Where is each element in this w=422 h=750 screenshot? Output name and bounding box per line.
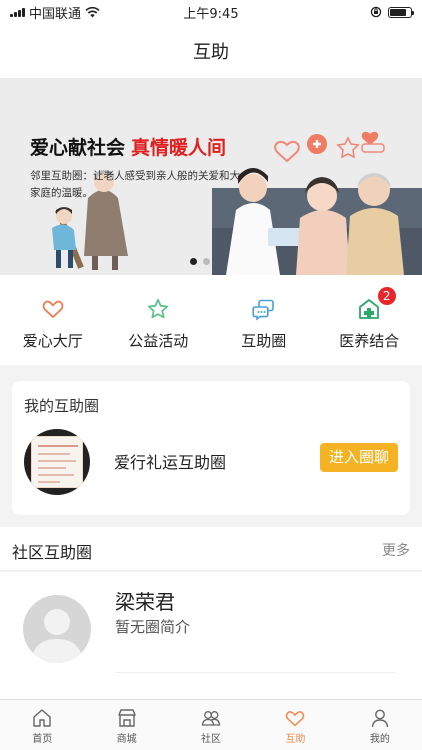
- banner-subtitle: 邻里互助圈：让老人感受到亲人般的关爱和大家庭的温暖。: [30, 170, 240, 199]
- menu-medical-care[interactable]: 医养结合 2: [317, 275, 422, 365]
- status-bar: 中国联通 上午9:45: [0, 0, 422, 24]
- circle-name[interactable]: 爱行礼运互助圈: [114, 449, 226, 473]
- carrier-label: 中国联通: [29, 6, 82, 22]
- chat-bubbles-icon: [252, 299, 274, 321]
- join-chat-button[interactable]: 进入圈聊: [320, 443, 398, 472]
- menu-label: 医养结合: [339, 332, 400, 350]
- battery-level: [390, 8, 406, 16]
- page-title: 互助: [193, 42, 229, 63]
- avatar: [23, 595, 91, 663]
- community-icon: [201, 711, 221, 726]
- star-icon: [148, 298, 169, 319]
- heart-icon: [42, 300, 64, 318]
- banner-headline-black: 爱心献社会: [30, 137, 126, 159]
- banner-carousel[interactable]: 爱心献社会 真情暖人间 邻里互助圈：让老人感受到亲人般的关爱和大家庭的温暖。: [0, 78, 422, 275]
- carousel-dot-2[interactable]: [203, 258, 210, 265]
- tab-label: 互助: [285, 734, 306, 745]
- shop-icon: [117, 709, 136, 727]
- tab-mutual-aid[interactable]: 互助: [253, 700, 337, 750]
- nav-bar: 互助: [0, 24, 422, 78]
- medical-house-icon: [359, 299, 380, 319]
- notification-badge: 2: [377, 287, 396, 305]
- battery-icon: [388, 6, 414, 18]
- tab-home[interactable]: 首页: [0, 700, 84, 750]
- heart-icon: [286, 711, 305, 727]
- circle-avatar-image: [31, 436, 83, 488]
- carousel-dot-1[interactable]: [190, 258, 197, 265]
- tab-label: 商城: [116, 734, 137, 745]
- banner-headline: 爱心献社会 真情暖人间: [30, 133, 226, 160]
- circle-intro: 暂无圈简介: [115, 618, 191, 636]
- tab-profile[interactable]: 我的: [338, 700, 422, 750]
- circle-owner-name: 梁荣君: [115, 590, 175, 614]
- person-icon: [371, 709, 389, 728]
- menu-label: 互助圈: [241, 332, 287, 350]
- rotation-lock-icon: [370, 6, 382, 18]
- menu-love-hall[interactable]: 爱心大厅: [0, 275, 106, 365]
- banner-headline-red: 真情暖人间: [131, 137, 227, 159]
- list-item[interactable]: 梁荣君 暂无圈简介: [0, 572, 422, 699]
- wifi-icon: [85, 6, 100, 17]
- section-title: 社区互助圈: [12, 543, 93, 562]
- my-circle-card: 我的互助圈 爱行礼运互助圈 进入圈聊: [12, 381, 410, 515]
- tab-community[interactable]: 社区: [169, 700, 253, 750]
- tab-shop[interactable]: 商城: [84, 700, 168, 750]
- status-time: 上午9:45: [183, 6, 239, 22]
- tab-label: 社区: [201, 734, 222, 745]
- user-placeholder-icon: [31, 609, 83, 663]
- home-icon: [33, 709, 51, 727]
- menu-charity-events[interactable]: 公益活动: [106, 275, 212, 365]
- community-section-header: 社区互助圈 更多: [0, 527, 422, 571]
- more-link[interactable]: 更多: [382, 540, 410, 560]
- quick-menu: 爱心大厅 公益活动 互助圈 医养结合 2: [0, 275, 422, 365]
- tab-bar: 首页 商城 社区 互助 我的: [0, 699, 422, 750]
- tab-label: 我的: [369, 734, 390, 745]
- circle-avatar[interactable]: [24, 429, 90, 495]
- signal-icon: [10, 7, 25, 17]
- my-circle-title: 我的互助圈: [24, 397, 100, 415]
- menu-label: 公益活动: [128, 332, 189, 350]
- menu-mutual-circle[interactable]: 互助圈: [211, 275, 317, 365]
- divider: [115, 672, 396, 673]
- menu-label: 爱心大厅: [22, 332, 83, 350]
- tab-label: 首页: [32, 734, 53, 745]
- carousel-indicator[interactable]: [190, 258, 210, 265]
